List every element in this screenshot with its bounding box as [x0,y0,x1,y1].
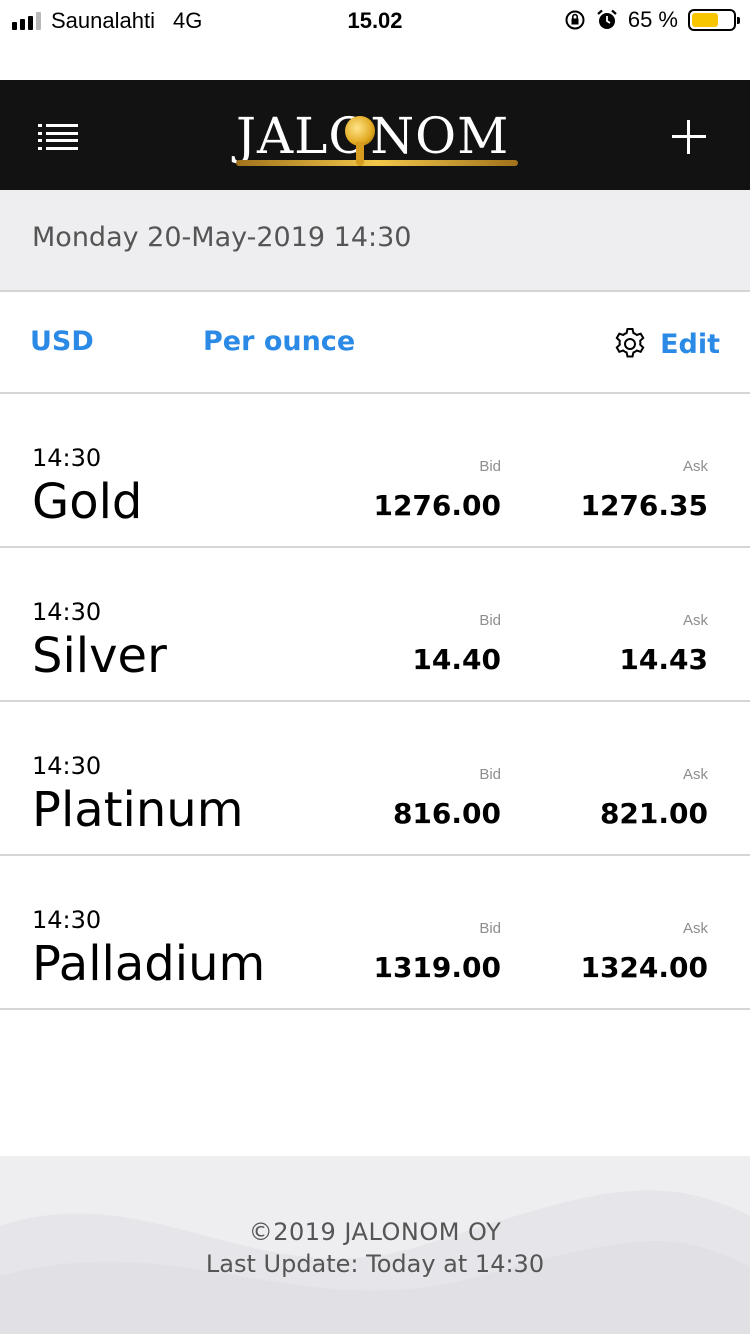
ask-label: Ask [682,612,708,629]
metal-row-gold[interactable]: 14:30 Gold Bid Ask 1276.00 1276.35 [0,394,750,548]
bid-price: 1319.00 [373,951,501,984]
metal-time: 14:30 [32,752,102,780]
metal-name: Silver [32,628,167,684]
menu-icon[interactable] [38,124,80,150]
alarm-icon [597,9,617,29]
date-bar: Monday 20-May-2019 14:30 [0,190,750,292]
ask-price: 14.43 [619,643,708,676]
last-update-text: Last Update: Today at 14:30 [205,1250,545,1278]
metal-row-silver[interactable]: 14:30 Silver Bid Ask 14.40 14.43 [0,548,750,702]
metal-name: Gold [32,474,143,530]
bid-price: 14.40 [412,643,501,676]
metal-row-platinum[interactable]: 14:30 Platinum Bid Ask 816.00 821.00 [0,702,750,856]
currency-button[interactable]: USD [30,326,94,357]
plus-icon[interactable] [672,120,706,154]
copyright-text: ©2019 JALONOM OY [248,1218,502,1246]
ask-label: Ask [682,920,708,937]
ask-price: 1276.35 [580,489,708,522]
status-bar: Saunalahti 4G 15.02 65 % [0,0,750,40]
ask-label: Ask [682,766,708,783]
bid-label: Bid [479,920,501,937]
metal-name: Platinum [32,782,244,838]
ask-label: Ask [682,458,708,475]
metal-time: 14:30 [32,906,102,934]
battery-fill [692,13,718,27]
logo-drop-decoration [345,116,375,166]
metal-time: 14:30 [32,444,102,472]
bid-price: 816.00 [392,797,501,830]
edit-label: Edit [660,328,720,360]
edit-button[interactable]: Edit [612,326,720,362]
ask-price: 1324.00 [580,951,708,984]
battery-percent: 65 % [627,7,678,32]
footer: ©2019 JALONOM OY Last Update: Today at 1… [0,1156,750,1334]
metal-name: Palladium [32,936,266,992]
date-text: Monday 20-May-2019 14:30 [32,222,412,253]
status-right: 65 % [564,7,740,33]
metal-time: 14:30 [32,598,102,626]
metal-row-palladium[interactable]: 14:30 Palladium Bid Ask 1319.00 1324.00 [0,856,750,1010]
bid-label: Bid [479,612,501,629]
ask-price: 821.00 [599,797,708,830]
bid-label: Bid [479,766,501,783]
settings-toolbar: USD Per ounce Edit [0,292,750,394]
logo-underline [236,160,518,166]
logo-text: JALONOM [236,106,518,166]
rotation-lock-icon [565,10,585,30]
jalonom-logo: JALONOM [236,106,518,176]
bid-label: Bid [479,458,501,475]
metals-list: 14:30 Gold Bid Ask 1276.00 1276.35 14:30… [0,394,750,1010]
bid-price: 1276.00 [373,489,501,522]
unit-button[interactable]: Per ounce [203,326,355,357]
battery-icon [688,9,740,31]
gear-icon [615,328,645,358]
